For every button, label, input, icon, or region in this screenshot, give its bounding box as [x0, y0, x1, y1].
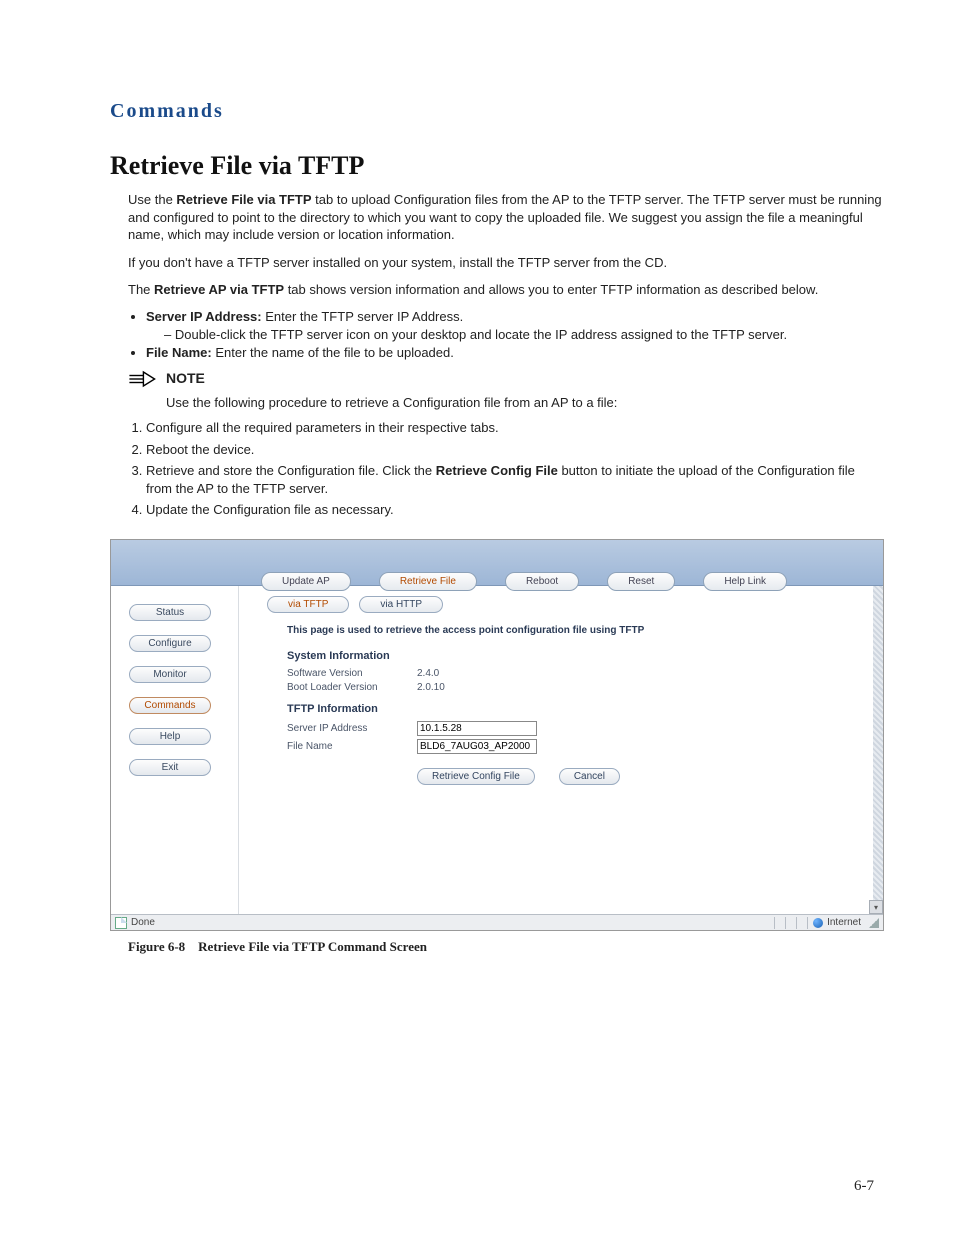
row-file-name: File Name	[287, 739, 863, 754]
page-number: 6-7	[854, 1178, 874, 1195]
list-item: Reboot the device.	[146, 441, 884, 459]
separator	[796, 917, 797, 929]
status-internet-text: Internet	[827, 917, 861, 928]
separator	[774, 917, 775, 929]
text: Use the	[128, 192, 176, 207]
text: The	[128, 282, 154, 297]
separator	[785, 917, 786, 929]
note-label: NOTE	[166, 370, 205, 386]
status-bar: Done Internet	[111, 914, 883, 930]
text: tab shows version information and allows…	[284, 282, 818, 297]
sub-list: Double-click the TFTP server icon on you…	[164, 327, 884, 342]
row-software-version: Software Version 2.4.0	[287, 668, 863, 679]
figure-title: Retrieve File via TFTP Command Screen	[198, 939, 427, 954]
tftp-info-header: TFTP Information	[287, 703, 863, 715]
text-bold: Server IP Address:	[146, 309, 262, 324]
text: Retrieve and store the Configuration fil…	[146, 463, 436, 478]
main-panel: via TFTP via HTTP This page is used to r…	[239, 586, 883, 914]
retrieve-config-button[interactable]: Retrieve Config File	[417, 768, 535, 785]
status-done-text: Done	[131, 917, 155, 928]
label-bootloader-version: Boot Loader Version	[287, 682, 417, 693]
scroll-track-texture	[873, 586, 883, 914]
sidebar-item-monitor[interactable]: Monitor	[129, 666, 211, 683]
server-ip-input[interactable]	[417, 721, 537, 736]
app-screenshot: Update AP Retrieve File Reboot Reset Hel…	[110, 539, 884, 931]
resize-grip-icon[interactable]	[869, 918, 879, 928]
text: Enter the TFTP server IP Address.	[262, 309, 464, 324]
separator	[807, 917, 808, 929]
list-item: File Name: Enter the name of the file to…	[146, 345, 884, 360]
figure-caption: Figure 6-8 Retrieve File via TFTP Comman…	[128, 939, 884, 955]
section-title: Retrieve File via TFTP	[110, 151, 884, 181]
sub-tab-via-tftp[interactable]: via TFTP	[267, 596, 349, 613]
bullet-list: Server IP Address: Enter the TFTP server…	[128, 309, 884, 360]
text-bold: File Name:	[146, 345, 212, 360]
sidebar-item-configure[interactable]: Configure	[129, 635, 211, 652]
cancel-button[interactable]: Cancel	[559, 768, 620, 785]
scroll-down-button[interactable]: ▾	[869, 900, 883, 914]
list-item: Server IP Address: Enter the TFTP server…	[146, 309, 884, 342]
file-name-input[interactable]	[417, 739, 537, 754]
value-bootloader-version: 2.0.10	[417, 682, 445, 693]
figure-label: Figure 6-8	[128, 939, 185, 954]
sidebar-item-help[interactable]: Help	[129, 728, 211, 745]
sidebar-item-exit[interactable]: Exit	[129, 759, 211, 776]
text-bold: Retrieve Config File	[436, 463, 558, 478]
text-bold: Retrieve File via TFTP	[176, 192, 311, 207]
tab-reboot[interactable]: Reboot	[505, 572, 579, 591]
steps-list: Configure all the required parameters in…	[128, 419, 884, 519]
page-header: Commands	[110, 100, 884, 123]
system-info-header: System Information	[287, 650, 863, 662]
side-nav: Status Configure Monitor Commands Help E…	[111, 586, 239, 914]
label-file-name: File Name	[287, 741, 417, 752]
row-bootloader-version: Boot Loader Version 2.0.10	[287, 682, 863, 693]
tab-update-ap[interactable]: Update AP	[261, 572, 351, 591]
tab-reset[interactable]: Reset	[607, 572, 675, 591]
intro-paragraph: Use the Retrieve File via TFTP tab to up…	[128, 191, 884, 244]
label-software-version: Software Version	[287, 668, 417, 679]
panel-description: This page is used to retrieve the access…	[287, 625, 863, 636]
paragraph-retrieve-ap: The Retrieve AP via TFTP tab shows versi…	[128, 281, 884, 299]
list-item: Double-click the TFTP server icon on you…	[164, 327, 884, 342]
note-arrow-icon	[128, 370, 156, 388]
text: Enter the name of the file to be uploade…	[212, 345, 454, 360]
sidebar-item-commands[interactable]: Commands	[129, 697, 211, 714]
sub-tab-via-http[interactable]: via HTTP	[359, 596, 443, 613]
tab-help-link[interactable]: Help Link	[703, 572, 787, 591]
button-row: Retrieve Config File Cancel	[417, 768, 863, 785]
tab-retrieve-file[interactable]: Retrieve File	[379, 572, 477, 591]
page-icon	[115, 917, 127, 929]
sidebar-item-status[interactable]: Status	[129, 604, 211, 621]
list-item: Update the Configuration file as necessa…	[146, 501, 884, 519]
note-text: Use the following procedure to retrieve …	[166, 394, 884, 412]
list-item: Configure all the required parameters in…	[146, 419, 884, 437]
internet-icon	[813, 918, 823, 928]
label-server-ip: Server IP Address	[287, 723, 417, 734]
value-software-version: 2.4.0	[417, 668, 439, 679]
note-block: NOTE	[128, 370, 884, 388]
row-server-ip: Server IP Address	[287, 721, 863, 736]
list-item: Retrieve and store the Configuration fil…	[146, 462, 884, 497]
top-tab-bar: Update AP Retrieve File Reboot Reset Hel…	[111, 540, 883, 586]
paragraph-no-tftp: If you don't have a TFTP server installe…	[128, 254, 884, 272]
text-bold: Retrieve AP via TFTP	[154, 282, 284, 297]
